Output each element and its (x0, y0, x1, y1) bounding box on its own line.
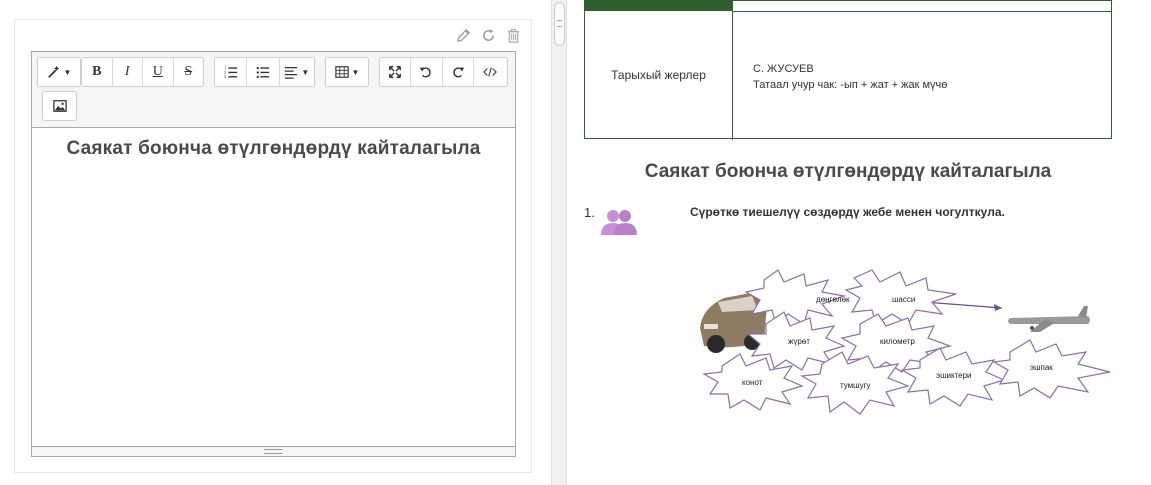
people-group-icon (601, 210, 637, 235)
scrollbar-grip-icon (557, 20, 562, 27)
vocabulary-illustration: дөңгөлөк шасси жүрөт километр конот тумш… (700, 269, 1111, 415)
align-dropdown-button[interactable]: ▼ (280, 58, 314, 86)
table-column-divider (732, 1, 733, 140)
refresh-icon[interactable] (479, 26, 498, 45)
table-header-bar (585, 1, 733, 11)
word-label: эшпак (1030, 363, 1053, 372)
resize-grip-icon[interactable] (264, 449, 282, 454)
table-cell-author: С. ЖУСУЕВ (753, 63, 814, 75)
arrow-head-icon (994, 304, 1002, 311)
table-group: ▼ (325, 57, 369, 87)
table-header-line (733, 11, 1111, 12)
bold-button[interactable]: B (82, 58, 113, 86)
bullet-list-icon (256, 66, 270, 78)
bullet-list-button[interactable] (247, 58, 280, 86)
trash-icon[interactable] (504, 26, 523, 45)
word-label: жүрөт (788, 337, 810, 346)
word-label: километр (880, 337, 916, 346)
table-dropdown-button[interactable]: ▼ (326, 58, 368, 86)
chevron-down-icon: ▼ (301, 67, 310, 77)
chevron-down-icon: ▼ (63, 67, 72, 77)
italic-button[interactable]: I (113, 58, 143, 86)
task-instruction: Сүрөткө тиешелүү сөздөрдү жебе менен чог… (690, 205, 1005, 219)
code-icon (483, 67, 498, 77)
undo-icon (420, 67, 432, 78)
editor-heading: Саякат боюнча өтүлгөндөрдү кайталагыла (66, 138, 481, 159)
editor-panel: ▼ B I U S 123 ▼ ▼ Саякат боюнча өтүлгөнд… (14, 19, 532, 473)
magic-wand-icon (47, 65, 59, 78)
table-cell-details: С. ЖУСУЕВ Татаал учур чак: -ып + жат + ж… (753, 61, 947, 93)
editor-toolbar: ▼ B I U S 123 ▼ ▼ (32, 52, 515, 128)
format-group: B I U S (81, 57, 204, 87)
rich-text-editor: ▼ B I U S 123 ▼ ▼ Саякат боюнча өтүлгөнд… (31, 51, 516, 457)
fullscreen-button[interactable] (380, 58, 412, 86)
image-group (42, 91, 77, 121)
preview-table: Тарыхый жерлер С. ЖУСУЕВ Татаал учур чак… (584, 0, 1112, 140)
table-cell-grammar: Татаал учур чак: -ып + жат + жак мүчө (753, 79, 948, 91)
ordered-list-button[interactable]: 123 (215, 58, 248, 86)
word-label: шасси (892, 295, 915, 304)
code-view-button[interactable] (474, 58, 507, 86)
word-label: конот (742, 378, 763, 387)
preview-scrollbar[interactable] (551, 0, 567, 485)
insert-image-button[interactable] (43, 92, 76, 120)
list-number: 1. (584, 205, 595, 220)
style-group: ▼ (37, 57, 81, 87)
word-label: тумшугу (840, 381, 871, 390)
redo-button[interactable] (443, 58, 474, 86)
word-label: эшиктери (936, 371, 972, 380)
strikethrough-button[interactable]: S (174, 58, 204, 86)
scrollbar-thumb[interactable] (554, 2, 565, 46)
ordered-list-icon: 123 (224, 65, 237, 79)
editor-resize-bar[interactable] (32, 446, 515, 456)
edit-pencil-icon[interactable] (454, 26, 473, 45)
magic-wand-style-button[interactable]: ▼ (38, 58, 80, 86)
table-icon (334, 66, 349, 78)
redo-icon (452, 67, 464, 78)
preview-heading: Саякат боюнча өтүлгөндөрдү кайталагыла (644, 161, 1052, 182)
editor-content-area[interactable]: Саякат боюнча өтүлгөндөрдү кайталагыла (32, 128, 515, 446)
airplane-image (1008, 306, 1090, 332)
svg-text:3: 3 (224, 74, 227, 79)
image-icon (52, 100, 67, 112)
car-image (700, 292, 767, 353)
align-left-icon (285, 66, 298, 79)
chevron-down-icon: ▼ (351, 67, 360, 77)
misc-group (379, 57, 508, 87)
expand-icon (389, 66, 402, 78)
list-group: 123 ▼ (214, 57, 315, 87)
undo-button[interactable] (411, 58, 443, 86)
panel-actions (454, 26, 523, 45)
word-label: дөңгөлөк (816, 295, 850, 304)
underline-button[interactable]: U (143, 58, 174, 86)
table-cell-topic: Тарыхый жерлер (611, 68, 706, 82)
